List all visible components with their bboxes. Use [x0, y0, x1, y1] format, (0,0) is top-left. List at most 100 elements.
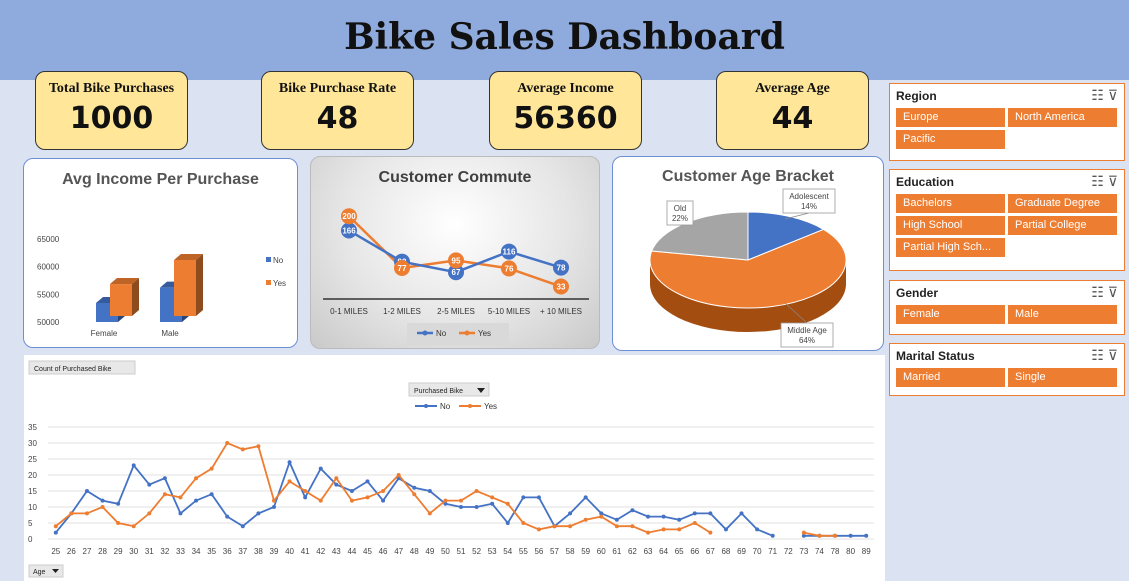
slicer-region[interactable]: Region ☷ ⊽ Europe North America Pacific	[889, 83, 1125, 161]
income-chart: 50000 55000 60000 65000 Female Male No Yes	[37, 235, 286, 338]
x-tick-label: 78	[831, 547, 840, 556]
slicer-item-partial-high-school[interactable]: Partial High Sch...	[896, 238, 1005, 257]
data-label: 78	[557, 264, 566, 273]
slicer-item-male[interactable]: Male	[1008, 305, 1117, 324]
series-line-yes	[55, 441, 711, 534]
multi-select-icon[interactable]: ☷	[1091, 87, 1104, 103]
data-point-no	[677, 517, 682, 522]
multi-select-icon[interactable]: ☷	[1091, 347, 1104, 363]
x-tick-label: 41	[301, 547, 310, 556]
data-point-yes	[505, 501, 510, 506]
slicer-item-partial-college[interactable]: Partial College	[1008, 216, 1117, 235]
slicer-item-married[interactable]: Married	[896, 368, 1005, 387]
x-tick-label: 47	[394, 547, 403, 556]
legend-marker	[422, 330, 428, 336]
commute-chart: 0-1 MILES 1-2 MILES 2-5 MILES 5-10 MILES + 1…	[323, 208, 589, 345]
data-point-no	[568, 511, 573, 516]
slice-percent: 14%	[801, 202, 817, 211]
data-point-yes	[552, 524, 557, 529]
slicer-item-high-school[interactable]: High School	[896, 216, 1005, 235]
data-point-yes	[661, 527, 666, 532]
x-tick-label: 55	[519, 547, 528, 556]
data-point-no	[755, 527, 760, 532]
data-point-yes	[256, 444, 261, 449]
kpi-total-purchases: Total Bike Purchases 1000	[35, 71, 188, 150]
x-tick-label: 43	[332, 547, 341, 556]
data-point-no	[318, 466, 323, 471]
slicer-education[interactable]: Education ☷ ⊽ Bachelors Graduate Degree …	[889, 169, 1125, 271]
data-point-yes	[521, 521, 526, 525]
slicer-item-bachelors[interactable]: Bachelors	[896, 194, 1005, 213]
data-label: 67	[452, 268, 461, 277]
slicer-item-single[interactable]: Single	[1008, 368, 1117, 387]
clear-filter-icon[interactable]: ⊽	[1108, 347, 1118, 363]
data-point-yes	[334, 476, 339, 481]
data-point-no	[474, 505, 479, 509]
data-point-yes	[100, 505, 105, 509]
slicer-title: Education	[896, 175, 955, 189]
y-tick-label: 30	[28, 439, 37, 448]
data-point-no	[692, 511, 697, 516]
data-point-yes	[287, 479, 292, 484]
data-point-yes	[53, 524, 58, 529]
slicer-item-europe[interactable]: Europe	[896, 108, 1005, 127]
clear-filter-icon[interactable]: ⊽	[1108, 284, 1118, 300]
legend-label: Yes	[478, 329, 491, 338]
slicer-title: Gender	[896, 286, 939, 300]
data-point-no	[381, 498, 386, 503]
slicer-marital-status[interactable]: Marital Status ☷ ⊽ Married Single	[889, 343, 1125, 396]
x-tick-label: 62	[628, 547, 637, 556]
multi-select-icon[interactable]: ☷	[1091, 173, 1104, 189]
data-point-no	[412, 485, 417, 490]
clear-filter-icon[interactable]: ⊽	[1108, 87, 1118, 103]
x-tick-label: 68	[721, 547, 730, 556]
data-label: 77	[398, 264, 407, 273]
data-point-no	[848, 533, 853, 538]
x-tick-label: 71	[768, 547, 777, 556]
axis-field-button-label: Age	[33, 569, 46, 576]
x-tick-label: 51	[457, 547, 466, 556]
data-point-yes	[240, 447, 245, 452]
slicer-item-graduate-degree[interactable]: Graduate Degree	[1008, 194, 1117, 213]
x-tick-label: 64	[659, 547, 668, 556]
kpi-value: 56360	[513, 101, 618, 136]
slicer-item-female[interactable]: Female	[896, 305, 1005, 324]
age-pie-chart: Adolescent14% Middle Age64% Old22%	[649, 188, 847, 348]
income-chart-card[interactable]: Avg Income Per Purchase 50000 55000 60000 6…	[23, 158, 298, 348]
data-point-no	[505, 521, 510, 525]
slicer-item-pacific[interactable]: Pacific	[896, 130, 1005, 149]
x-tick-label: 70	[753, 547, 762, 556]
data-point-no	[770, 533, 775, 538]
data-point-yes	[583, 517, 588, 522]
data-point-yes	[692, 521, 697, 525]
legend-marker	[468, 404, 472, 408]
x-tick-label: 46	[379, 547, 388, 556]
x-tick-label: 33	[176, 547, 185, 556]
slicer-item-north-america[interactable]: North America	[1008, 108, 1117, 127]
x-tick-label: 57	[550, 547, 559, 556]
data-point-yes	[271, 498, 276, 503]
data-point-yes	[801, 530, 806, 535]
clear-filter-icon[interactable]: ⊽	[1108, 173, 1118, 189]
pie-slice-old	[651, 211, 749, 261]
legend-marker	[464, 330, 470, 336]
x-tick-label: 44	[347, 547, 356, 556]
data-point-no	[490, 501, 495, 506]
data-point-no	[661, 514, 666, 519]
data-point-no	[271, 505, 276, 509]
data-point-yes	[536, 527, 541, 532]
x-tick-label: 52	[472, 547, 481, 556]
age-chart-card[interactable]: Customer Age Bracket Adolescent 14% Middle…	[612, 156, 884, 351]
multi-select-icon[interactable]: ☷	[1091, 284, 1104, 300]
x-tick-label: 61	[612, 547, 621, 556]
x-tick-label: Male	[161, 329, 179, 338]
commute-chart-card[interactable]: Customer Commute 0-1 MILES 1-2 MILES 2-5 M…	[310, 156, 600, 349]
slicer-gender[interactable]: Gender ☷ ⊽ Female Male	[889, 280, 1125, 335]
data-point-yes	[568, 524, 573, 529]
data-point-no	[708, 511, 713, 516]
data-point-no	[287, 460, 292, 465]
age-line-chart-panel[interactable]: Count of Purchased Bike Purchased Bike Age…	[24, 355, 885, 581]
age-line-chart: Count of Purchased Bike Purchased Bike Age…	[28, 360, 874, 578]
data-point-yes	[677, 527, 682, 532]
x-tick-label: 2-5 MILES	[437, 307, 475, 316]
